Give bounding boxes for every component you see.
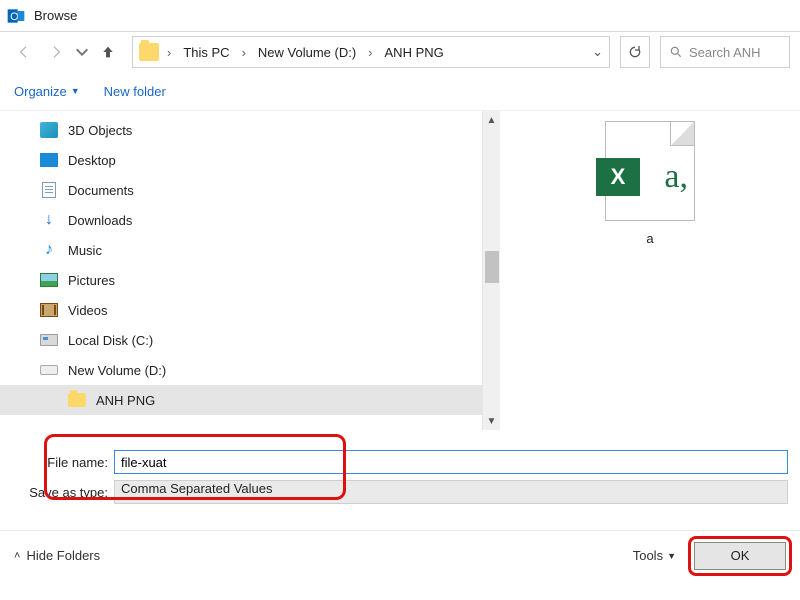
documents-icon xyxy=(40,181,58,199)
hide-folders-label: Hide Folders xyxy=(26,548,100,563)
main-area: 3D Objects Desktop Documents ↓Downloads … xyxy=(0,110,800,430)
excel-icon: X xyxy=(596,158,640,196)
save-as-type-label: Save as type: xyxy=(12,485,114,500)
tree-scrollbar[interactable]: ▲ ▼ xyxy=(482,111,500,430)
search-input[interactable]: Search ANH xyxy=(660,36,790,68)
chevron-right-icon: › xyxy=(240,45,248,60)
tree-item-desktop[interactable]: Desktop xyxy=(0,145,500,175)
tree-item-3d-objects[interactable]: 3D Objects xyxy=(0,115,500,145)
address-bar[interactable]: › This PC › New Volume (D:) › ANH PNG ⌄ xyxy=(132,36,610,68)
folder-icon xyxy=(139,43,159,61)
3d-objects-icon xyxy=(40,121,58,139)
tree-item-documents[interactable]: Documents xyxy=(0,175,500,205)
save-as-type-select[interactable]: Comma Separated Values xyxy=(114,480,788,504)
csv-glyph: a, xyxy=(664,158,688,196)
organize-label: Organize xyxy=(14,84,67,99)
tree-item-label: Music xyxy=(68,243,102,258)
new-folder-button[interactable]: New folder xyxy=(104,84,166,99)
tree-item-downloads[interactable]: ↓ Downloads xyxy=(0,205,500,235)
file-name-input[interactable] xyxy=(114,450,788,474)
tree-item-label: Videos xyxy=(68,303,108,318)
scroll-up-icon[interactable]: ▲ xyxy=(483,111,500,129)
videos-icon xyxy=(40,301,58,319)
breadcrumb-segment[interactable]: ANH PNG xyxy=(381,45,448,60)
tree-item-label: Downloads xyxy=(68,213,132,228)
toolbar: Organize ▼ New folder xyxy=(0,72,800,110)
folder-tree: 3D Objects Desktop Documents ↓Downloads … xyxy=(0,111,500,430)
tree-item-pictures[interactable]: Pictures xyxy=(0,265,500,295)
chevron-up-icon: ˄ xyxy=(14,550,20,562)
title-bar: O Browse xyxy=(0,0,800,32)
tree-item-label: Documents xyxy=(68,183,134,198)
scroll-down-icon[interactable]: ▼ xyxy=(483,412,500,430)
window-title: Browse xyxy=(34,8,77,23)
tree-item-label: 3D Objects xyxy=(68,123,132,138)
tools-menu[interactable]: Tools ▼ xyxy=(633,548,676,563)
organize-menu[interactable]: Organize ▼ xyxy=(14,84,80,99)
nav-back-button[interactable] xyxy=(10,38,38,66)
breadcrumb-segment[interactable]: This PC xyxy=(179,45,233,60)
disk-icon xyxy=(40,331,58,349)
folder-icon xyxy=(68,391,86,409)
breadcrumb-segment[interactable]: New Volume (D:) xyxy=(254,45,360,60)
save-form: File name: Save as type: Comma Separated… xyxy=(0,430,800,514)
page-fold-icon xyxy=(670,122,694,146)
tree-item-label: New Volume (D:) xyxy=(68,363,166,378)
downloads-icon: ↓ xyxy=(40,211,58,229)
file-name-label: File name: xyxy=(12,455,114,470)
file-label: a xyxy=(646,231,653,246)
tree-item-videos[interactable]: Videos xyxy=(0,295,500,325)
tools-label: Tools xyxy=(633,548,663,563)
pictures-icon xyxy=(40,271,58,289)
desktop-icon xyxy=(40,151,58,169)
nav-row: › This PC › New Volume (D:) › ANH PNG ⌄ … xyxy=(0,32,800,72)
tree-item-label: Local Disk (C:) xyxy=(68,333,153,348)
dialog-footer: ˄ Hide Folders Tools ▼ OK xyxy=(0,530,800,580)
hide-folders-button[interactable]: ˄ Hide Folders xyxy=(14,548,100,563)
tree-item-label: Desktop xyxy=(68,153,116,168)
chevron-right-icon: › xyxy=(165,45,173,60)
nav-up-button[interactable] xyxy=(94,38,122,66)
tree-item-new-volume-d[interactable]: New Volume (D:) xyxy=(0,355,500,385)
music-icon: ♪ xyxy=(40,241,58,259)
tree-item-label: Pictures xyxy=(68,273,115,288)
chevron-right-icon: › xyxy=(366,45,374,60)
chevron-down-icon: ▼ xyxy=(71,86,80,96)
tree-item-anh-png[interactable]: ANH PNG xyxy=(0,385,500,415)
search-placeholder: Search ANH xyxy=(689,45,761,60)
tree-item-label: ANH PNG xyxy=(96,393,155,408)
chevron-down-icon[interactable] xyxy=(74,38,90,66)
search-icon xyxy=(669,45,683,59)
app-icon-outlook: O xyxy=(6,6,26,26)
drive-icon xyxy=(40,361,58,379)
tree-item-local-disk-c[interactable]: Local Disk (C:) xyxy=(0,325,500,355)
preview-pane: X a, a xyxy=(500,111,800,430)
file-thumbnail[interactable]: X a, xyxy=(605,121,695,221)
chevron-down-icon[interactable]: ⌄ xyxy=(592,44,603,60)
nav-forward-button[interactable] xyxy=(42,38,70,66)
tree-item-music[interactable]: ♪ Music xyxy=(0,235,500,265)
svg-text:O: O xyxy=(10,11,18,23)
refresh-button[interactable] xyxy=(620,36,650,68)
chevron-down-icon: ▼ xyxy=(667,551,676,561)
scroll-thumb[interactable] xyxy=(485,251,499,283)
ok-button[interactable]: OK xyxy=(694,542,786,570)
